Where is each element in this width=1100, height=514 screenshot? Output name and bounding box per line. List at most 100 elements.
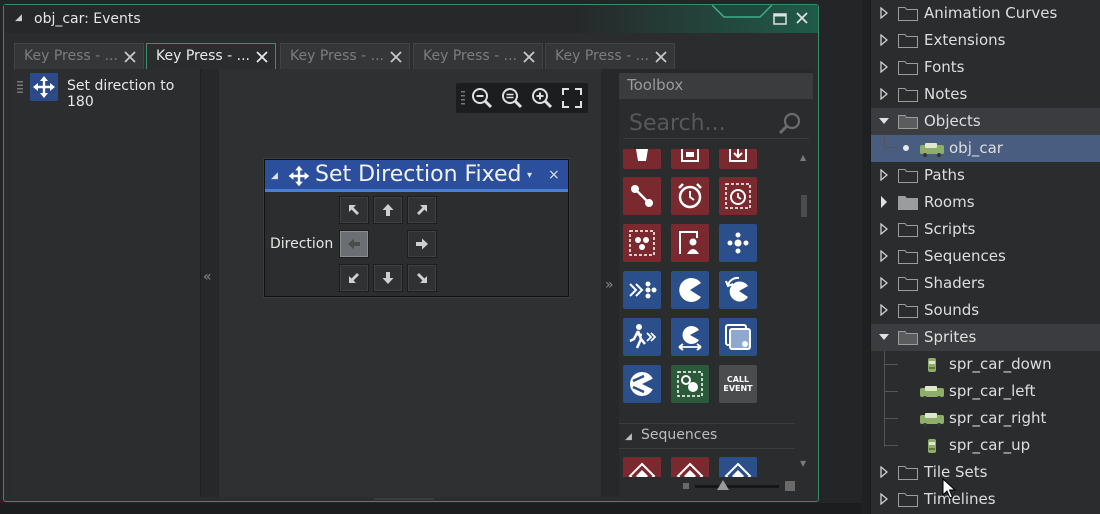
node-header[interactable]: ◢ Set Direction Fixed ▾ × xyxy=(265,160,568,192)
slider-track[interactable] xyxy=(695,485,779,488)
tab-close-icon[interactable] xyxy=(124,51,136,63)
tree-item-sprites[interactable]: Sprites xyxy=(871,324,1100,351)
window-collapse-arrow-icon[interactable]: ◢ xyxy=(15,13,22,23)
close-window-icon[interactable] xyxy=(794,10,810,26)
scroll-down-icon[interactable]: ▼ xyxy=(800,459,806,468)
drag-grip-icon[interactable] xyxy=(17,81,23,93)
expanded-chevron-icon[interactable] xyxy=(879,331,889,343)
collapsed-chevron-icon[interactable] xyxy=(879,61,889,73)
maximize-icon[interactable] xyxy=(772,11,788,27)
tool-path[interactable] xyxy=(623,177,661,215)
tree-item-obj-car[interactable]: obj_car xyxy=(871,135,1100,162)
zoom-reset-icon[interactable] xyxy=(500,86,524,110)
tool-bounce[interactable] xyxy=(671,318,709,356)
tool-room-person[interactable] xyxy=(671,224,709,262)
tab-key-press-4[interactable]: Key Press - ... xyxy=(413,43,543,69)
tree-item-animation-curves[interactable]: Animation Curves xyxy=(871,0,1100,27)
tree-item-fonts[interactable]: Fonts xyxy=(871,54,1100,81)
toolbox-search-input[interactable] xyxy=(629,109,769,137)
window-title-bar[interactable]: ◢ obj_car: Events xyxy=(4,5,818,33)
tool-rotate[interactable] xyxy=(719,271,757,309)
expanded-chevron-icon[interactable] xyxy=(879,115,889,127)
tree-item-scripts[interactable]: Scripts xyxy=(871,216,1100,243)
event-canvas[interactable]: ◢ Set Direction Fixed ▾ × Direction xyxy=(219,69,601,497)
tool-partial-2[interactable] xyxy=(671,149,709,169)
tree-item-shaders[interactable]: Shaders xyxy=(871,270,1100,297)
tree-item-timelines[interactable]: Timelines xyxy=(871,486,1100,513)
tool-layers[interactable] xyxy=(719,318,757,356)
tool-wrap[interactable] xyxy=(623,365,661,403)
direction-down-button[interactable] xyxy=(373,264,403,292)
tab-key-press-1[interactable]: Key Press - ... xyxy=(14,43,144,69)
tab-close-icon[interactable] xyxy=(390,51,402,63)
toolbox-icon-size-slider[interactable] xyxy=(683,479,795,493)
direction-down-right-button[interactable] xyxy=(407,264,437,292)
collapsed-chevron-icon[interactable] xyxy=(879,277,889,289)
tool-particles[interactable] xyxy=(623,224,661,262)
collapsed-chevron-icon[interactable] xyxy=(879,169,889,181)
tool-partial-3[interactable] xyxy=(719,149,757,169)
scroll-thumb[interactable] xyxy=(801,195,807,217)
collapsed-chevron-icon[interactable] xyxy=(879,34,889,46)
tab-key-press-3[interactable]: Key Press - ... xyxy=(280,43,410,69)
tree-item-spr-car-right[interactable]: spr_car_right xyxy=(871,405,1100,432)
tab-close-icon[interactable] xyxy=(523,51,535,63)
tool-sequence-2[interactable] xyxy=(671,457,709,477)
collapse-left-button[interactable]: « xyxy=(203,269,212,285)
collapsed-chevron-icon[interactable] xyxy=(879,493,889,505)
tool-move-towards[interactable] xyxy=(623,271,661,309)
tree-item-rooms[interactable]: Rooms xyxy=(871,189,1100,216)
tree-item-notes[interactable]: Notes xyxy=(871,81,1100,108)
collapsed-chevron-icon[interactable] xyxy=(879,250,889,262)
direction-down-left-button[interactable] xyxy=(339,264,369,292)
node-collapse-icon[interactable]: ◢ xyxy=(271,171,278,181)
tree-item-extensions[interactable]: Extensions xyxy=(871,27,1100,54)
tool-sequence-1[interactable] xyxy=(623,457,661,477)
set-direction-fixed-node[interactable]: ◢ Set Direction Fixed ▾ × Direction xyxy=(264,159,569,297)
slider-thumb[interactable] xyxy=(717,480,729,490)
tool-spread[interactable] xyxy=(719,224,757,262)
collapsed-chevron-icon[interactable] xyxy=(879,304,889,316)
collapsed-chevron-icon[interactable] xyxy=(879,7,889,19)
sequences-section-header[interactable]: ◢ Sequences xyxy=(619,423,795,449)
tree-item-paths[interactable]: Paths xyxy=(871,162,1100,189)
search-icon[interactable] xyxy=(777,110,803,136)
collapsed-chevron-icon[interactable] xyxy=(879,466,889,478)
tab-close-icon[interactable] xyxy=(256,51,268,63)
tree-item-tile-sets[interactable]: Tile Sets xyxy=(871,459,1100,486)
fit-screen-icon[interactable] xyxy=(560,86,584,110)
collapsed-chevron-icon[interactable] xyxy=(879,88,889,100)
zoom-in-icon[interactable] xyxy=(530,86,554,110)
direction-right-button[interactable] xyxy=(407,230,437,258)
tool-partial-1[interactable] xyxy=(623,149,661,169)
zoom-out-icon[interactable] xyxy=(470,86,494,110)
tree-item-sequences[interactable]: Sequences xyxy=(871,243,1100,270)
tab-key-press-5[interactable]: Key Press - ... xyxy=(545,43,675,69)
tool-alarm[interactable] xyxy=(671,177,709,215)
direction-up-left-button[interactable] xyxy=(339,196,369,224)
collapsed-chevron-icon[interactable] xyxy=(879,196,889,208)
window-resize-grip[interactable] xyxy=(374,497,434,501)
tool-pacman[interactable] xyxy=(671,271,709,309)
tab-key-press-2[interactable]: Key Press - ... xyxy=(146,43,276,70)
scroll-up-icon[interactable]: ▲ xyxy=(800,153,806,162)
tree-item-spr-car-left[interactable]: spr_car_left xyxy=(871,378,1100,405)
direction-left-button[interactable] xyxy=(339,230,369,258)
tool-alarm-frame[interactable] xyxy=(719,177,757,215)
tree-item-sounds[interactable]: Sounds xyxy=(871,297,1100,324)
tool-sequence-3[interactable] xyxy=(719,457,757,477)
direction-up-button[interactable] xyxy=(373,196,403,224)
section-collapse-icon[interactable]: ◢ xyxy=(625,432,632,442)
tab-close-icon[interactable] xyxy=(655,51,667,63)
node-menu-dropdown-icon[interactable]: ▾ xyxy=(527,170,532,181)
tool-instance-frame[interactable] xyxy=(671,365,709,403)
toolbar-grip-icon[interactable] xyxy=(461,91,465,105)
direction-up-right-button[interactable] xyxy=(407,196,437,224)
tree-item-objects[interactable]: Objects xyxy=(871,108,1100,135)
collapsed-chevron-icon[interactable] xyxy=(879,223,889,235)
node-close-icon[interactable]: × xyxy=(548,167,560,183)
tool-call-event[interactable]: CALL EVENT xyxy=(719,365,757,403)
tool-run[interactable] xyxy=(623,318,661,356)
collapse-right-button[interactable]: » xyxy=(605,277,614,293)
tree-item-spr-car-up[interactable]: spr_car_up xyxy=(871,432,1100,459)
